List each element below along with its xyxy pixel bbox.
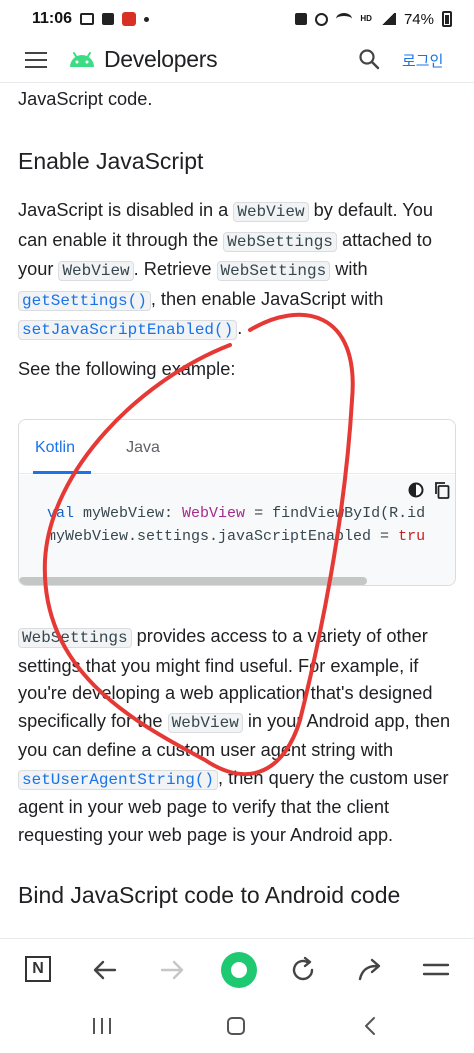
login-link[interactable]: 로그인 [402,50,443,71]
back-nav-icon[interactable] [360,1015,380,1037]
brand-title[interactable]: Developers [104,46,218,73]
code-boolean: tru [398,528,426,545]
paragraph-text: , then enable JavaScript with [150,288,384,309]
signal-icon [379,13,396,25]
code-body: val myWebView: WebView = findViewById(R.… [19,475,455,585]
section-title-bind-javascript: Bind JavaScript code to Android code [18,882,401,908]
inline-code-link[interactable]: setUserAgentString() [18,769,219,790]
inline-code-link[interactable]: getSettings() [18,290,151,311]
status-time: 11:06 [32,10,73,27]
tabs-button[interactable]: N [25,956,51,982]
message-notification-icon [102,13,115,25]
back-arrow-icon[interactable] [88,953,122,987]
tab-kotlin[interactable]: Kotlin [19,420,91,474]
system-navigation-bar [0,1000,474,1053]
code-text: myWebView: [74,505,183,522]
previous-paragraph-fragment: JavaScript code. [18,89,153,109]
paragraph-text: with [330,259,368,279]
paragraph-see-example: See the following example: [18,359,236,379]
android-logo-icon[interactable] [68,50,96,68]
inline-code: WebSettings [216,261,331,281]
inline-code: WebView [58,261,134,281]
home-nav-icon[interactable] [225,1015,247,1037]
home-button[interactable] [221,952,257,988]
section-title-enable-javascript: Enable JavaScript [18,148,204,174]
inline-code: WebView [167,712,243,733]
code-horizontal-scrollbar[interactable] [19,577,367,585]
paragraph-websettings: WebSettings provides access to a variety… [18,623,463,849]
code-language-tabs: Kotlin Java [19,420,455,474]
battery-icon [442,11,452,27]
gallery-notification-icon [80,13,95,25]
code-tools [407,481,451,499]
tab-java[interactable]: Java [91,420,195,473]
inline-code: WebView [233,202,309,222]
battery-percent: 74% [403,10,434,28]
code-line-1: val myWebView: WebView = findViewById(R.… [47,505,425,522]
code-sample-card: Kotlin Java val myWebView: WebView = fin… [18,419,456,586]
inline-code-link[interactable]: setJavaScriptEnabled() [18,320,238,340]
reload-icon[interactable] [286,953,320,987]
status-bar: 11:06 HD 74% [0,0,474,38]
alarm-icon [315,12,329,26]
copy-icon[interactable] [433,481,451,499]
hd-voice-label: HD [360,14,372,23]
browser-menu-icon[interactable] [419,953,453,987]
share-icon[interactable] [353,953,387,987]
app-notification-icon [122,12,137,26]
code-text: myWebView.settings.javaScriptEnabled = [47,528,399,545]
code-text: = findViewById(R.id [245,505,426,522]
paragraph-enable-javascript: JavaScript is disabled in a WebView by d… [18,197,463,345]
browser-toolbar: N [0,938,474,1000]
more-notifications-icon [144,16,150,22]
theme-toggle-icon[interactable] [407,481,425,499]
status-left: 11:06 [32,10,150,28]
sync-icon [295,13,308,25]
forward-arrow-icon[interactable] [155,953,189,987]
paragraph-text: JavaScript is disabled in a [18,200,234,220]
wifi-icon [336,13,353,25]
recents-icon[interactable] [90,1016,114,1036]
menu-icon[interactable] [25,52,47,68]
top-app-bar: Developers 로그인 [0,38,474,82]
paragraph-text: . [237,318,243,338]
inline-code: WebSettings [18,628,132,648]
code-line-2: myWebView.settings.javaScriptEnabled = t… [47,528,425,545]
inline-code: WebSettings [223,231,337,252]
paragraph-text: . Retrieve [133,259,217,279]
search-icon[interactable] [358,48,380,70]
code-type: WebView [182,505,246,522]
code-keyword: val [47,505,75,522]
status-right: HD 74% [295,11,452,28]
